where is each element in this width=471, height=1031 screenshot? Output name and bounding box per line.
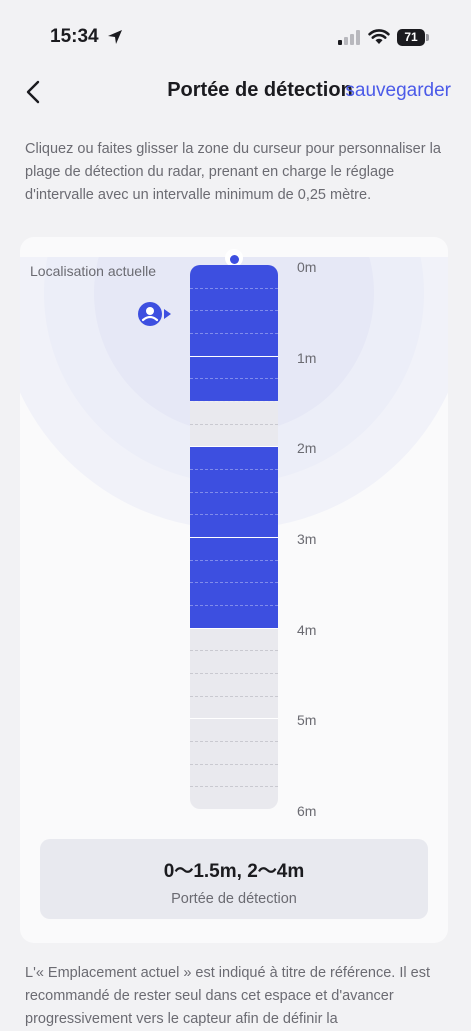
quarter-tick: [190, 695, 278, 697]
quarter-tick: [190, 333, 278, 334]
quarter-tick: [190, 423, 278, 425]
range-slider[interactable]: [190, 265, 278, 809]
back-chevron-icon[interactable]: [20, 78, 48, 106]
detection-range-label: Portée de détection: [171, 891, 297, 907]
detection-range-summary: 0～1.5m, 2～4m Portée de détection: [40, 839, 428, 919]
current-location-avatar-icon[interactable]: [137, 301, 175, 327]
current-location-label: Localisation actuelle: [30, 263, 157, 279]
axis-tick-label: 3m: [297, 531, 317, 547]
quarter-tick: [190, 650, 278, 652]
quarter-tick: [190, 491, 278, 493]
axis-tick-label: 4m: [297, 621, 317, 638]
quarter-tick: [190, 378, 278, 380]
quarter-tick: [190, 741, 278, 742]
axis-tick-label: 6m: [297, 803, 317, 819]
battery-icon: 71: [397, 29, 429, 46]
save-button[interactable]: sauvegarder: [345, 80, 451, 102]
meter-divider: [190, 718, 278, 720]
status-bar: 15:34 71: [0, 0, 471, 70]
quarter-tick: [190, 469, 278, 470]
quarter-tick: [190, 673, 278, 674]
axis-tick-label: 2m: [297, 440, 317, 457]
quarter-tick: [190, 582, 278, 584]
detection-range-card: Localisation actuelle 0m 1m 2m 3m 4m 5m 6m 0～1…: [20, 237, 448, 943]
quarter-tick: [190, 605, 278, 606]
axis-tick-label: 0m: [297, 259, 317, 275]
quarter-tick: [190, 310, 278, 312]
cellular-signal-icon: [338, 30, 360, 45]
battery-level: 71: [404, 30, 418, 44]
quarter-tick: [190, 763, 278, 765]
status-time: 15:34: [50, 26, 99, 47]
axis-tick-label: 5m: [297, 712, 317, 729]
quarter-tick: [190, 559, 278, 561]
instructions-text: Cliquez ou faites glisser la zone du cur…: [25, 141, 441, 203]
meter-divider: [190, 537, 278, 538]
reference-note: L'« Emplacement actuel » est indiqué à t…: [25, 965, 430, 1027]
quarter-tick: [190, 287, 278, 289]
location-arrow-icon: [108, 30, 122, 44]
wifi-icon: [368, 29, 390, 44]
detection-range-value: 0～1.5m, 2～4m: [163, 861, 305, 882]
meter-divider: [190, 627, 278, 629]
axis-tick-label: 1m: [297, 349, 317, 366]
quarter-tick: [190, 786, 278, 788]
quarter-tick: [190, 514, 278, 516]
meter-divider: [190, 355, 278, 357]
nav-bar: Portée de détection sauvegarder: [0, 70, 471, 114]
meter-divider: [190, 446, 278, 448]
quarter-tick: [190, 401, 278, 402]
